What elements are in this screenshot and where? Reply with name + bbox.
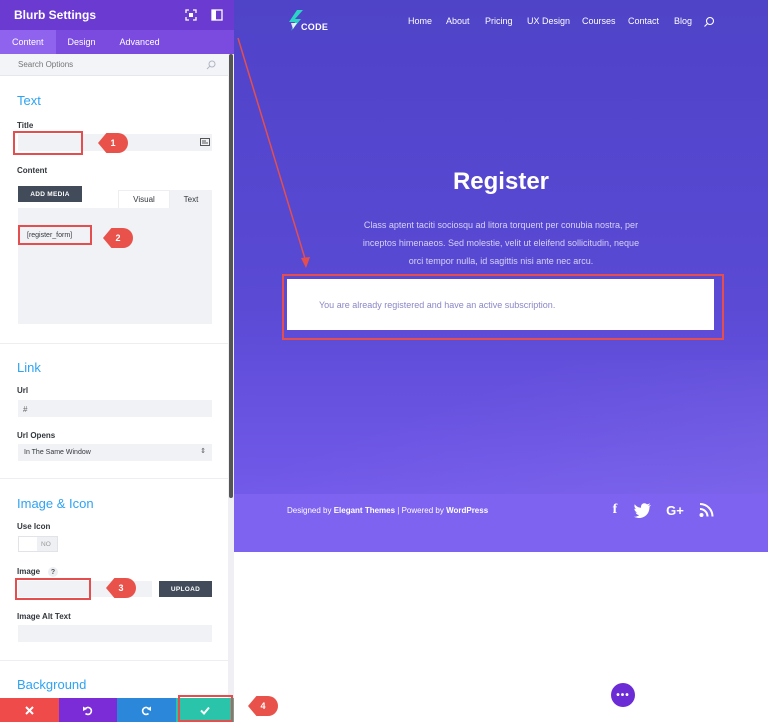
toggle-state: NO (41, 540, 51, 548)
tab-advanced[interactable]: Advanced (108, 30, 172, 54)
credit-prefix: Designed by (287, 506, 334, 515)
image-label: Image (17, 567, 41, 576)
nav-home[interactable]: Home (408, 16, 432, 26)
footer-credit: Designed by Elegant Themes | Powered by … (287, 506, 488, 515)
options-search (0, 54, 234, 76)
hero-paragraph: Class aptent taciti sociosqu ad litora t… (340, 216, 662, 270)
undo-button[interactable] (58, 698, 117, 722)
upload-button[interactable]: UPLOAD (159, 581, 212, 597)
dynamic-content-icon[interactable] (200, 138, 210, 146)
credit-elegant-themes[interactable]: Elegant Themes (334, 506, 395, 515)
google-plus-icon[interactable]: G+ (662, 502, 688, 518)
hero-line-1: Class aptent taciti sociosqu ad litora t… (363, 220, 639, 230)
hero-line-2: inceptos himenaeos. Sed molestie, velit … (362, 238, 640, 248)
nav-search-icon[interactable] (703, 16, 715, 28)
help-icon[interactable]: ? (48, 567, 58, 577)
editor-tab-text[interactable]: Text (170, 190, 212, 208)
split-view-icon[interactable] (210, 8, 224, 22)
annotation-box-shortcode (18, 225, 92, 245)
nav-ux-design[interactable]: UX Design (527, 16, 570, 26)
panel-title: Blurb Settings (14, 8, 97, 22)
settings-panel: Blurb Settings Content Design Advanced T… (0, 0, 234, 722)
credit-wordpress[interactable]: WordPress (446, 506, 488, 515)
url-opens-select[interactable]: In The Same Window ⇕ (18, 444, 212, 461)
add-media-button[interactable]: ADD MEDIA (18, 186, 82, 202)
annotation-box-save (178, 695, 233, 722)
url-opens-label: Url Opens (17, 431, 56, 440)
section-background-heading[interactable]: Background (17, 677, 86, 692)
annotation-box-image (15, 578, 91, 600)
section-link-heading[interactable]: Link (17, 360, 41, 375)
section-divider (0, 478, 228, 479)
content-label: Content (17, 166, 48, 175)
fullscreen-icon[interactable] (184, 8, 198, 22)
nav-contact[interactable]: Contact (628, 16, 659, 26)
select-arrow-icon: ⇕ (200, 448, 206, 455)
use-icon-label: Use Icon (17, 522, 51, 531)
redo-button[interactable] (117, 698, 176, 722)
panel-scrollbar-thumb[interactable] (229, 54, 233, 498)
panel-tabs: Content Design Advanced (0, 30, 234, 54)
close-icon (25, 705, 34, 715)
undo-icon (83, 706, 93, 715)
url-input[interactable] (18, 400, 212, 417)
toggle-knob (19, 537, 37, 551)
logo-text[interactable]: CODE (301, 22, 328, 32)
redo-icon (141, 706, 151, 715)
search-icon[interactable] (206, 60, 216, 70)
panel-header: Blurb Settings (0, 0, 234, 30)
annotation-box-message (282, 274, 724, 340)
credit-mid: | Powered by (395, 506, 447, 515)
image-alt-label: Image Alt Text (17, 612, 71, 621)
section-text-heading[interactable]: Text (17, 93, 41, 108)
rss-icon[interactable] (699, 502, 714, 518)
hero-title: Register (452, 168, 550, 195)
cancel-button[interactable] (0, 698, 59, 722)
tab-design[interactable]: Design (56, 30, 108, 54)
facebook-icon[interactable]: f (608, 502, 622, 518)
nav-blog[interactable]: Blog (674, 16, 692, 26)
section-image-icon-heading[interactable]: Image & Icon (17, 496, 94, 511)
title-label: Title (17, 121, 34, 130)
tab-content[interactable]: Content (0, 30, 56, 54)
section-divider (0, 660, 228, 661)
image-alt-input[interactable] (18, 625, 212, 642)
nav-courses[interactable]: Courses (582, 16, 616, 26)
nav-about[interactable]: About (446, 16, 470, 26)
section-divider (0, 343, 228, 344)
url-value: # (23, 405, 28, 414)
url-label: Url (17, 386, 29, 395)
url-opens-value: In The Same Window (24, 449, 91, 456)
annotation-box-title (13, 131, 83, 155)
hero-line-3: orci tempor nulla, id sagittis nisi ante… (408, 256, 594, 266)
annotation-step-4: 4 (248, 696, 278, 716)
floating-menu-button[interactable]: ••• (611, 683, 635, 707)
use-icon-toggle[interactable]: NO (18, 536, 58, 552)
nav-pricing[interactable]: Pricing (485, 16, 513, 26)
search-input[interactable] (18, 60, 206, 69)
editor-tab-visual[interactable]: Visual (118, 190, 170, 208)
twitter-icon[interactable] (634, 502, 652, 518)
